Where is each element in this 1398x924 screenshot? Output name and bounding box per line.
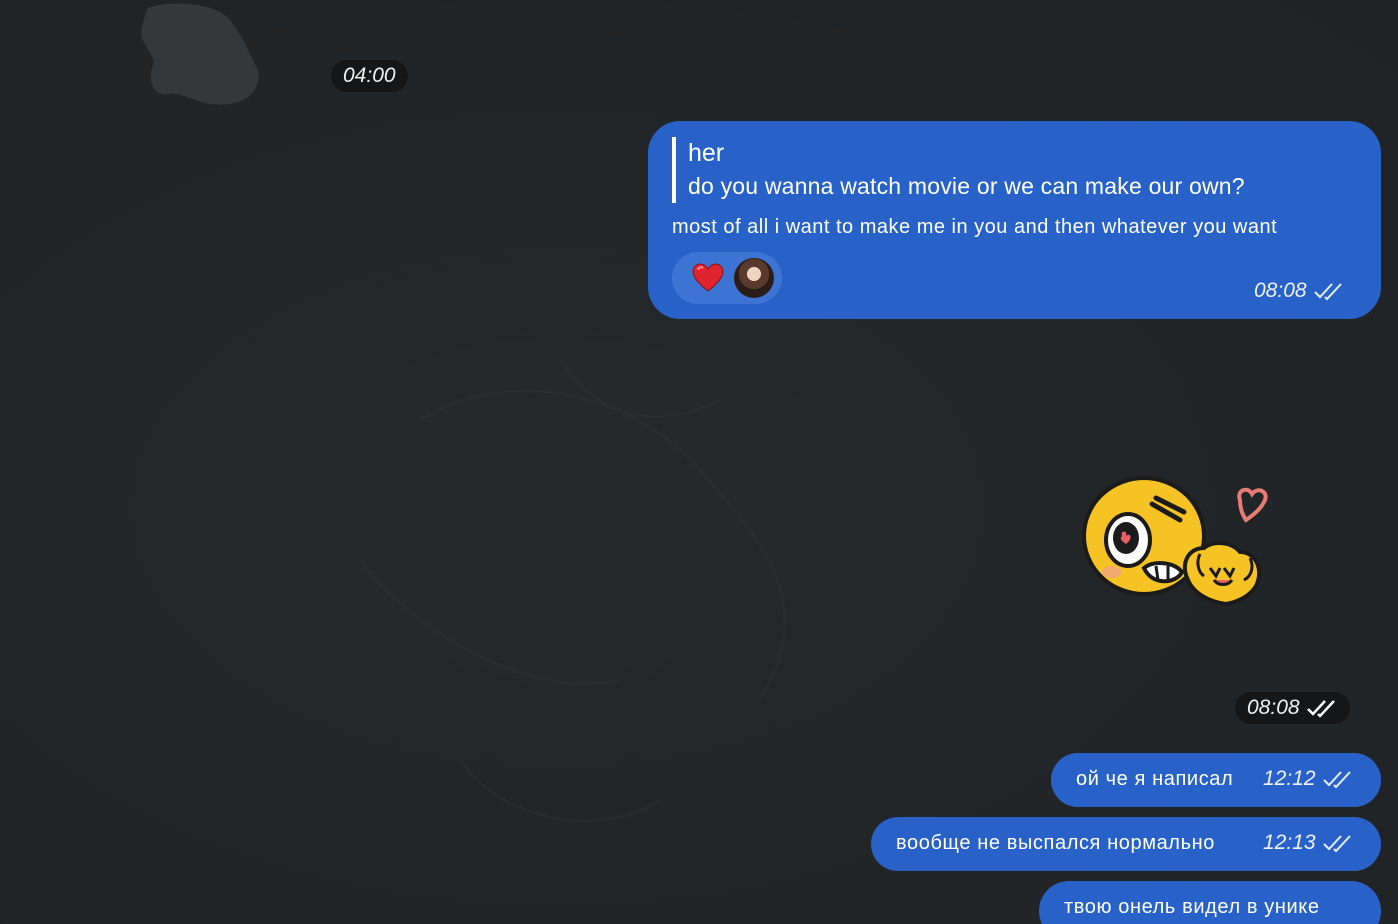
chat-view[interactable]: 04:00 her do you wanna watch movie or we…: [0, 0, 1398, 924]
yellow-smiley-sticker-icon[interactable]: [1080, 468, 1270, 610]
message-meta: 08:08: [1254, 279, 1345, 303]
reply-quoted-text: do you wanna watch movie or we can make …: [688, 173, 1245, 199]
message-time: 12:13: [1263, 831, 1316, 854]
message-meta: 12:12: [1263, 767, 1354, 791]
double-check-icon: [1322, 835, 1351, 853]
double-check-icon: [1313, 283, 1342, 301]
date-separator: 04:00: [331, 60, 408, 92]
reactor-avatar[interactable]: [734, 258, 774, 298]
outgoing-message-bubble[interactable]: твою онель видел в унике: [1039, 881, 1381, 924]
double-check-icon: [1322, 771, 1351, 789]
message-text: ой че я написал: [1076, 768, 1234, 790]
message-text: most of all i want to make me in you and…: [672, 216, 1278, 238]
heart-reaction-icon: [692, 263, 724, 292]
outgoing-message-bubble[interactable]: ой че я написал 12:12: [1051, 753, 1381, 807]
double-check-icon: [1306, 700, 1335, 718]
reaction-pill[interactable]: [672, 252, 782, 304]
sticker-meta: 08:08: [1235, 692, 1350, 724]
message-time: 08:08: [1254, 279, 1307, 302]
redacted-avatar-blob: [141, 3, 259, 105]
reply-quote[interactable]: her do you wanna watch movie or we can m…: [672, 137, 1245, 203]
reply-author: her: [688, 139, 725, 167]
message-time: 12:12: [1263, 767, 1316, 790]
outgoing-message-bubble[interactable]: вообще не выспался нормально 12:13: [871, 817, 1381, 871]
message-text: вообще не выспался нормально: [896, 832, 1215, 854]
message-text: твою онель видел в унике: [1064, 896, 1320, 918]
outgoing-message-bubble[interactable]: her do you wanna watch movie or we can m…: [648, 121, 1381, 319]
sticker-time: 08:08: [1247, 696, 1300, 719]
message-meta: 12:13: [1263, 831, 1354, 855]
